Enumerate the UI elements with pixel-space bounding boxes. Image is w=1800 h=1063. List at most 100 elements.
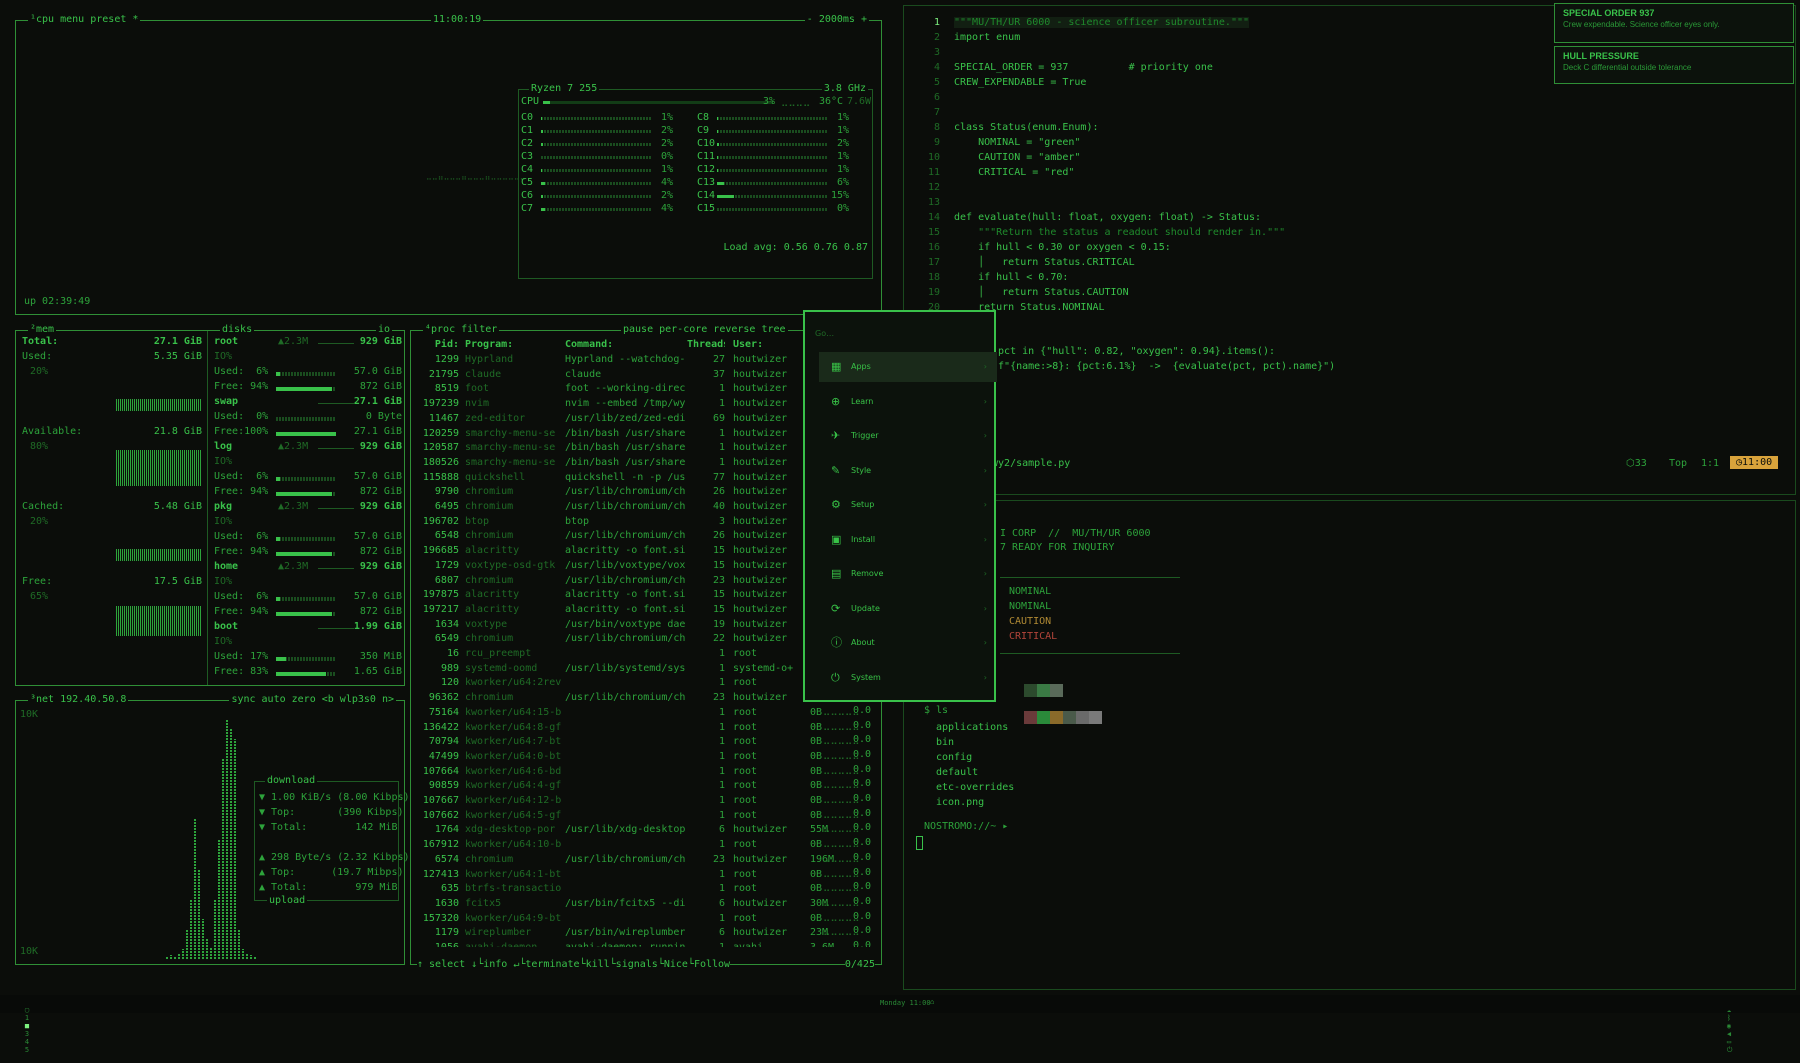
disk-name[interactable]: root bbox=[214, 336, 238, 347]
proc-row[interactable]: 75164 kworker/u64:15-b 1 root 0B bbox=[415, 705, 875, 720]
cpu-core-label: C5 bbox=[521, 177, 534, 188]
net-graph-column bbox=[194, 819, 196, 959]
workspace-5[interactable]: 5 bbox=[25, 1046, 29, 1054]
disk-name[interactable]: pkg bbox=[214, 501, 232, 512]
proc-row[interactable]: 635 btrfs-transactio 1 root 0B bbox=[415, 881, 875, 896]
cpu-core-pct: 1% bbox=[660, 164, 673, 175]
proc-row[interactable]: 90859 kworker/u64:4-gf 1 root 0B bbox=[415, 778, 875, 793]
proc-cell-program: kworker/u64:4-gf bbox=[465, 780, 561, 792]
net-title[interactable]: ³net 192.40.50.8 bbox=[28, 694, 129, 706]
notification-title: HULL PRESSURE bbox=[1563, 51, 1639, 61]
menu-item-apps[interactable]: ▦ Apps › bbox=[819, 352, 997, 382]
terminal-window[interactable]: I CORP // MU/TH/UR 6000 7 READY FOR INQU… bbox=[903, 500, 1796, 990]
workspace-3[interactable]: 3 bbox=[25, 1030, 29, 1038]
menu-search-input[interactable]: Go… bbox=[815, 329, 834, 338]
editor-line: 20 return Status.NOMINAL bbox=[904, 300, 1784, 315]
proc-row[interactable]: 6574 chromium/usr/lib/chromium/chro 23 hout… bbox=[415, 852, 875, 867]
proc-row[interactable]: 167912 kworker/u64:10-b 1 root 0B bbox=[415, 837, 875, 852]
battery-icon[interactable]: ▭ bbox=[1727, 1038, 1731, 1046]
line-number: 15 bbox=[927, 227, 940, 238]
disk-name[interactable]: home bbox=[214, 561, 238, 572]
disks-io-toggle[interactable]: io bbox=[375, 324, 392, 336]
cpu-core-bar bbox=[541, 208, 651, 211]
volume-icon[interactable]: ◀ bbox=[1727, 1030, 1731, 1038]
preset-tab[interactable]: preset * bbox=[90, 14, 138, 25]
menu-item-setup[interactable]: ⚙ Setup › bbox=[819, 490, 997, 520]
proc-row[interactable]: 1056 avahi-daemon avahi-daemon: running1 av… bbox=[415, 940, 875, 947]
proc-row[interactable]: 70794 kworker/u64:7-bt 1 root 0B bbox=[415, 734, 875, 749]
workspace-1[interactable]: 1 bbox=[25, 1014, 29, 1022]
disk-name[interactable]: swap bbox=[214, 396, 238, 407]
disk-name[interactable]: log bbox=[214, 441, 232, 452]
proc-cell-user: root bbox=[733, 883, 758, 895]
update-interval[interactable]: - 2000ms + bbox=[804, 14, 869, 26]
proc-cell-program: rcu_preempt bbox=[465, 648, 532, 659]
proc-row[interactable]: 47499 kworker/u64:0-bt 1 root 0B bbox=[415, 749, 875, 764]
disk-free-value: 872 GiB bbox=[359, 606, 402, 617]
proc-row[interactable]: 1179 wireplumber/usr/bin/wireplumber 6 hout… bbox=[415, 925, 875, 940]
notification-special-order[interactable]: SPECIAL ORDER 937 Crew expendable. Scien… bbox=[1554, 3, 1794, 43]
proc-cell-program: kworker/u64:6-bd bbox=[465, 765, 561, 777]
mem-row-value: 5.35 GiB bbox=[153, 351, 202, 362]
proc-cell-pid: 6807 bbox=[434, 574, 459, 586]
proc-header-pid[interactable]: Pid: bbox=[415, 337, 459, 352]
cpu-core-bar bbox=[541, 169, 651, 172]
proc-cell-user: root bbox=[733, 736, 758, 748]
taskbar-clock[interactable]: Monday 11:00 bbox=[880, 999, 931, 1007]
proc-row[interactable]: 1764 xdg-desktop-por/usr/lib/xdg-desktop-… bbox=[415, 822, 875, 837]
proc-cell-user: houtwizer bbox=[733, 692, 788, 704]
proc-cell-command: /usr/bin/voxtype daemo bbox=[565, 618, 685, 630]
power-icon[interactable]: ⏻ bbox=[1727, 1046, 1733, 1054]
proc-cell-user: root bbox=[733, 677, 758, 689]
menu-item-update[interactable]: ⟳ Update › bbox=[819, 594, 997, 624]
proc-header-threads[interactable]: Threads: bbox=[687, 337, 725, 352]
disks-title[interactable]: disks bbox=[220, 324, 255, 336]
menu-item-install[interactable]: ▣ Install › bbox=[819, 525, 997, 555]
proc-row[interactable]: 136422 kworker/u64:8-gf 1 root 0B bbox=[415, 720, 875, 735]
proc-row[interactable]: 157320 kworker/u64:9-bt 1 root 0B bbox=[415, 911, 875, 926]
menu-item-system[interactable]: ⏻ System › bbox=[819, 663, 997, 693]
proc-filter[interactable]: filter bbox=[461, 324, 497, 335]
menu-tab[interactable]: menu bbox=[60, 14, 84, 25]
workspace-4[interactable]: 4 bbox=[25, 1038, 29, 1046]
workspace-list[interactable]: ▢ 1 ■ 3 4 5 bbox=[8, 998, 29, 1062]
chevron-right-icon: › bbox=[983, 603, 987, 613]
proc-cpu-value: 0.0 bbox=[853, 793, 872, 804]
menu-item-remove[interactable]: ▤ Remove › bbox=[819, 559, 997, 589]
cpu-core-label: C0 bbox=[521, 112, 534, 123]
proc-header-user[interactable]: User: bbox=[733, 337, 809, 352]
mem-row-value: 21.8 GiB bbox=[153, 426, 202, 437]
menu-item-about[interactable]: ⓘ About › bbox=[819, 628, 997, 658]
disk-io: IO% bbox=[214, 576, 233, 587]
proc-cell-user: houtwizer bbox=[733, 559, 788, 571]
mem-row-value: 5.48 GiB bbox=[153, 501, 202, 512]
bell-icon[interactable]: ⌂ bbox=[930, 998, 934, 1006]
bluetooth-icon[interactable]: ᛒ bbox=[1727, 1014, 1731, 1022]
editor-status-time: ◷11:00 bbox=[1730, 456, 1779, 469]
proc-footer[interactable]: ↑ select ↓└info ↵└terminate└kill└signals… bbox=[417, 959, 731, 970]
proc-cell-command: /usr/lib/chromium/chro bbox=[565, 530, 685, 542]
net-options[interactable]: sync auto zero <b wlp3s0 n> bbox=[229, 694, 396, 706]
workspace-2[interactable]: ■ bbox=[25, 1022, 29, 1030]
disk-free-label: Free:100% bbox=[214, 426, 269, 437]
wifi-icon[interactable]: ◉ bbox=[1727, 1022, 1731, 1030]
proc-cell-pid: 157320 bbox=[422, 912, 459, 924]
menu-item-learn[interactable]: ⊕ Learn › bbox=[819, 387, 997, 417]
proc-header-command[interactable]: Command: bbox=[565, 337, 685, 352]
net-graph-column bbox=[246, 953, 248, 959]
proc-row[interactable]: 107667 kworker/u64:12-b 1 root 0B bbox=[415, 793, 875, 808]
notification-hull-pressure[interactable]: HULL PRESSURE Deck C differential outsid… bbox=[1554, 46, 1794, 84]
proc-header-program[interactable]: Program: bbox=[465, 337, 561, 352]
proc-row[interactable]: 107664 kworker/u64:6-bd 1 root 0B bbox=[415, 764, 875, 779]
cpu-tab[interactable]: ¹cpu menu preset * bbox=[28, 14, 141, 26]
proc-cell-program: Hyprland bbox=[465, 354, 514, 365]
disk-name[interactable]: boot bbox=[214, 621, 238, 632]
proc-row[interactable]: 127413 kworker/u64:1-bt 1 root 0B bbox=[415, 867, 875, 882]
proc-row[interactable]: 1630 fcitx5/usr/bin/fcitx5 --disa 6 houtwiz… bbox=[415, 896, 875, 911]
mem-title[interactable]: ²mem bbox=[28, 324, 57, 336]
proc-row[interactable]: 107662 kworker/u64:5-gf 1 root 0B bbox=[415, 808, 875, 823]
menu-item-trigger[interactable]: ✈ Trigger › bbox=[819, 421, 997, 451]
menu-item-style[interactable]: ✎ Style › bbox=[819, 456, 997, 486]
proc-options[interactable]: pause per-core reverse tree bbox=[621, 324, 788, 336]
proc-title[interactable]: ⁴proc filter bbox=[423, 324, 500, 336]
